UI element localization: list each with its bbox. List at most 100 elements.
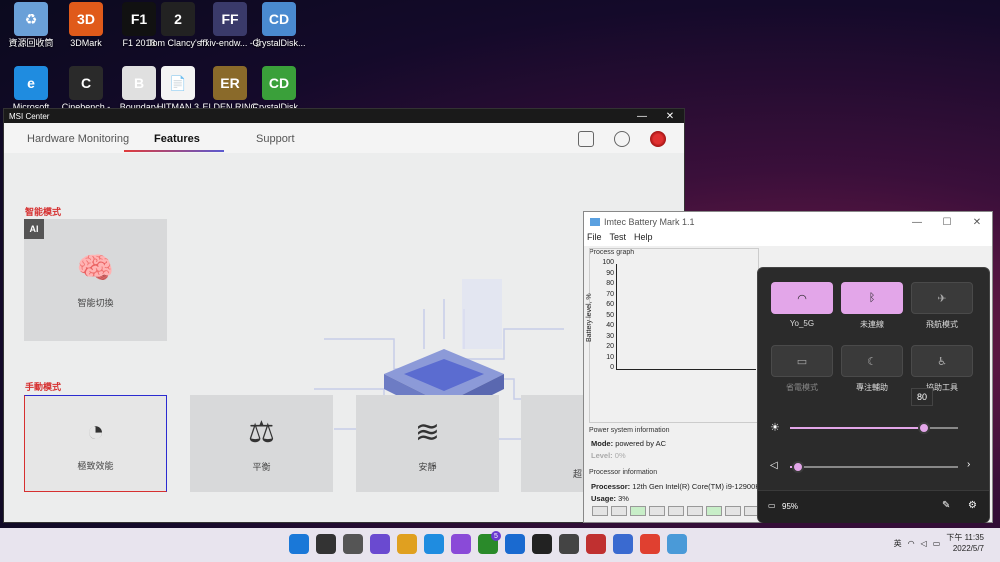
desktop-icon[interactable]: CD CrystalDisk... [249,66,309,112]
app-icon[interactable] [532,534,552,554]
y-tick-label: 90 [606,269,614,277]
volume-slider[interactable] [790,461,958,473]
search-icon[interactable] [316,534,336,554]
desktop-app-icon: 3D [69,2,103,36]
app-icon[interactable] [451,534,471,554]
quick-tile[interactable]: ☾ [841,345,903,377]
edge-icon[interactable] [424,534,444,554]
tab-hardware-monitoring[interactable]: Hardware Monitoring [27,133,129,145]
usage-bar [649,506,665,516]
clock-time: 下午 11:35 [946,533,984,542]
desktop-icon[interactable]: ♻ 資源回收筒 [1,2,61,48]
desktop-icon[interactable]: 📄 HITMAN 3 [148,66,208,112]
clock[interactable]: 下午 11:35 2022/5/7 [946,532,984,554]
silent-card[interactable]: ≋ 安靜 [356,395,499,492]
desktop-app-icon: CD [262,2,296,36]
silent-label: 安靜 [418,461,437,472]
grid-icon[interactable] [578,131,594,147]
xbox-icon[interactable]: 5 [478,531,501,554]
chevron-right-icon[interactable]: › [967,459,970,470]
task-view-icon[interactable] [343,534,363,554]
battery-tray-icon[interactable]: ▭ [933,539,941,548]
y-tick-label: 60 [606,301,614,308]
wifi-tray-icon[interactable]: ◠ [908,539,915,548]
manual-mode-label: 手動模式 [25,382,62,392]
gear-icon[interactable] [614,131,630,147]
quick-tile-label: Yo_5G [789,319,815,328]
battery-icon[interactable]: ▭ [768,501,776,510]
moon-icon: ☾ [867,355,877,368]
chrome-icon[interactable] [640,534,660,554]
usage-bar [611,506,627,516]
desktop-icon[interactable]: 3D 3DMark [56,2,116,48]
quick-tile-label: 飛航模式 [926,320,958,329]
menu-test[interactable]: Test [610,232,627,246]
battery-app-icon [590,218,600,226]
volume-knob[interactable] [792,461,805,473]
file-explorer-icon[interactable] [397,534,417,554]
sun-icon: ☀ [770,422,780,434]
mode-value: powered by AC [615,439,667,448]
desktop-icon[interactable]: CD CrystalDisk... [249,2,309,48]
y-tick-label: 30 [606,332,614,340]
ai-badge: AI [24,219,44,239]
close-button[interactable]: ✕ [962,217,992,228]
app-icon[interactable] [559,534,579,554]
quick-tile[interactable]: ✈ [911,282,973,314]
battery-percent: 95% [782,502,799,511]
usage-value: 3% [618,494,629,503]
usage-bar [706,506,722,516]
desktop-icon[interactable]: 2 Tom Clancy's The Divisio... [148,2,208,48]
minimize-button[interactable]: — [902,217,932,228]
app-icon[interactable] [613,534,633,554]
quick-tile-label: 未連線 [860,320,884,329]
super-card[interactable]: 超 [521,395,583,492]
y-tick-label: 10 [606,353,614,361]
edit-icon[interactable]: ✎ [942,500,950,511]
quick-tile[interactable]: ♿ [911,345,973,377]
app-icon[interactable] [586,534,606,554]
desktop-icon-label: 資源回收筒 [8,38,54,48]
quick-tile[interactable]: ᛒ [841,282,903,314]
tab-support[interactable]: Support [256,133,295,145]
ai-switch-card[interactable]: AI 🧠 智能切換 [24,219,167,341]
clock-date: 2022/5/7 [952,544,984,553]
start-icon[interactable] [289,534,309,554]
desktop-icon[interactable]: C Cinebench - [56,66,116,112]
power-system-label: Power system information [589,427,670,434]
battery-saver-icon: ▭ [796,355,808,368]
brightness-knob[interactable] [918,422,931,434]
quick-tile[interactable]: ▭ [771,345,833,377]
maximize-button[interactable]: ☐ [932,217,962,228]
usage-bar [630,506,646,516]
extreme-performance-card[interactable]: ◔ 極致效能 [24,395,167,492]
menu-file[interactable]: File [587,232,602,246]
balanced-card[interactable]: ⚖ 平衡 [190,395,333,492]
menu-help[interactable]: Help [634,232,653,246]
app-icon[interactable] [667,534,687,554]
y-tick-label: 0 [610,364,614,371]
ime-indicator[interactable]: 英 [894,538,902,549]
close-button[interactable]: ✕ [656,111,684,122]
accessibility-icon: ♿ [937,355,947,368]
desktop-icon[interactable]: e Microsoft [1,66,61,112]
desktop-app-icon: ER [213,66,247,100]
volume-tray-icon[interactable]: ◁ [921,539,927,548]
extreme-performance-label: 極致效能 [77,461,114,471]
minimize-button[interactable]: — [628,111,656,122]
settings-gear-icon[interactable]: ⚙ [968,500,977,511]
usage-bar [725,506,741,516]
chat-icon[interactable] [370,534,390,554]
tab-features[interactable]: Features [154,133,200,145]
quick-tile[interactable]: ◠ [771,282,833,314]
monitor-icon[interactable] [505,534,525,554]
battery-mark-title: Imtec Battery Mark 1.1 [604,217,695,227]
processor-key: Processor: [591,482,631,491]
desktop-icon-label: 3DMark [70,38,102,48]
battery-mark-menu: File Test Help [584,232,992,246]
desktop-app-icon: C [69,66,103,100]
avatar[interactable] [650,131,666,147]
mode-row: Mode: powered by AC [591,439,666,448]
level-value: 0% [614,451,626,460]
brightness-slider[interactable] [790,422,958,434]
